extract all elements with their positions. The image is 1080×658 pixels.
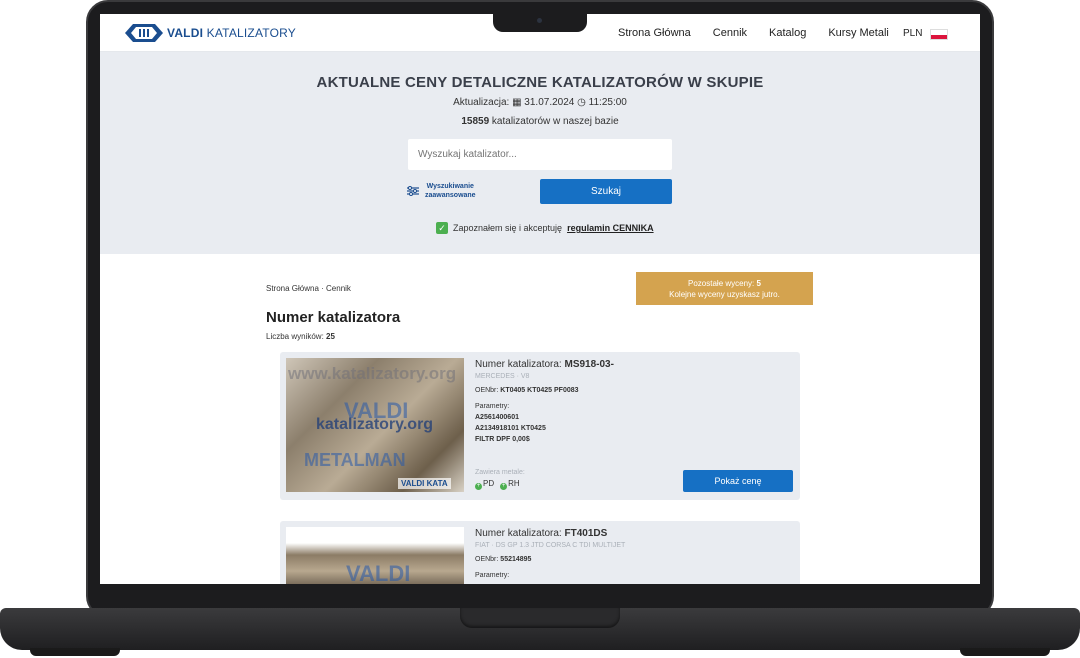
menu-home[interactable]: Strona Główna [618,27,691,39]
page-title: Numer katalizatora [266,309,401,326]
site-logo[interactable]: VALDI KATALIZATORY [125,21,296,45]
search-button[interactable]: Szukaj [540,179,672,204]
quota-label: Pozostałe wyceny: [688,279,755,288]
advanced-search-link[interactable]: Wyszukiwanie zaawansowane [407,182,476,200]
results-value: 25 [326,332,335,341]
count-suffix: katalizatorów w naszej bazie [491,116,619,127]
plus-icon: + [475,483,482,490]
metals-info: Zawiera metale: + PD + RH [475,469,525,490]
main-menu: Strona Główna Cennik Katalog Kursy Metal… [618,27,889,39]
laptop-foot-left [30,648,120,656]
watermark-url: www.katalizatory.org [288,364,457,383]
hero-title: AKTUALNE CENY DETALICZNE KATALIZATORÓW W… [316,74,764,91]
quota-note: Kolejne wyceny uzyskasz jutro. [669,290,780,299]
advanced-line2: zaawansowane [425,192,476,199]
catalyst-number-value: FT401DS [564,528,608,539]
watermark-metalman: METALMAN [304,450,406,470]
parameters-label: Parametry: [475,403,510,410]
logo-light: KATALIZATORY [206,26,296,40]
camera-icon [537,18,542,23]
catalyst-number: Numer katalizatora: MS918-03- [475,359,614,370]
product-card: www.katalizatory.org VALDI katalizatory.… [280,352,800,500]
search-input[interactable] [408,139,672,170]
laptop-frame: VALDI KATALIZATORY Strona Główna Cennik … [0,0,1080,658]
update-date: 31.07.2024 [524,97,575,108]
calendar-icon: ▦ [512,97,522,108]
metal-name: PD [483,479,495,488]
car-make: FIAT · DS GP 1.3 JTD CORSA C TDI MULTIJE… [475,542,626,549]
camera-notch [493,14,587,32]
browser-screen: VALDI KATALIZATORY Strona Główna Cennik … [100,14,980,584]
search-hero: AKTUALNE CENY DETALICZNE KATALIZATORÓW W… [100,52,980,254]
agree-text: Zapoznałem się i akceptuję [453,223,563,233]
catalog-count: 15859 katalizatorów w naszej bazie [100,116,980,127]
oem-label: OENbr: [475,556,499,563]
catalyst-number-label: Numer katalizatora: [475,359,562,370]
plus-icon: + [500,483,508,490]
oem-label: OENbr: [475,387,499,394]
laptop-groove [460,608,620,628]
oem-numbers: OENbr: 55214895 [475,556,531,563]
parameters: Parametry: A2561400601 A2134918101 KT042… [475,401,546,445]
watermark-logo: VALDI KATA [398,478,451,489]
product-image[interactable]: VALDI [286,527,464,584]
advanced-search-label: Wyszukiwanie zaawansowane [425,182,476,200]
update-label: Aktualizacja: [453,97,510,108]
count-value: 15859 [461,116,490,127]
terms-link[interactable]: regulamin CENNIKA [567,223,654,233]
product-card: VALDI Numer katalizatora: FT401DS FIAT ·… [280,521,800,584]
menu-metal-rates[interactable]: Kursy Metali [828,27,889,39]
parameters: Parametry: [475,570,509,581]
catalyst-number-value: MS918-03- [564,359,614,370]
menu-pricelist[interactable]: Cennik [713,27,747,39]
watermark-valdi: VALDI [346,561,411,584]
parameters-label: Parametry: [475,572,510,579]
logo-text: VALDI KATALIZATORY [167,26,296,40]
parameter-value: FILTR DPF 0,00$ [475,436,530,443]
terms-checkbox[interactable]: ✓ [436,222,448,234]
update-time: 11:25:00 [588,97,627,108]
laptop-foot-right [960,648,1050,656]
show-price-button[interactable]: Pokaż cenę [683,470,793,492]
quota-value: 5 [756,279,761,288]
parameter-value: A2561400601 [475,414,519,421]
quota-box: Pozostałe wyceny: 5 Kolejne wyceny uzysk… [636,272,813,305]
advanced-line1: Wyszukiwanie [426,183,474,190]
car-make: MERCEDES · V8 [475,373,530,380]
results-count: Liczba wyników: 25 [266,332,335,341]
clock-icon: ◷ [577,97,586,108]
oem-value: 55214895 [500,556,532,563]
metals-label: Zawiera metale: [475,469,525,476]
sliders-icon [407,186,419,196]
watermark-domain: katalizatory.org [316,416,434,433]
menu-catalog[interactable]: Katalog [769,27,806,39]
logo-icon [125,24,163,42]
metals-list: + PD + RH [475,479,525,490]
logo-bold: VALDI [167,26,204,40]
terms-agreement: ✓ Zapoznałem się i akceptuję regulamin C… [436,222,654,234]
oem-numbers: OENbr: KT0405 KT0425 PF0083 [475,387,579,394]
metal-badge: + RH [500,479,520,490]
results-label: Liczba wyników: [266,332,324,341]
currency-selector[interactable]: PLN [903,28,922,39]
parameter-value: A2134918101 KT0425 [475,425,546,432]
breadcrumb: Strona Główna · Cennik [266,284,351,293]
update-info: Aktualizacja: ▦ 31.07.2024 ◷ 11:25:00 [100,97,980,108]
catalyst-number: Numer katalizatora: FT401DS [475,528,607,539]
metal-name: RH [508,479,520,488]
metal-badge: + PD [475,479,494,490]
catalyst-number-label: Numer katalizatora: [475,528,562,539]
poland-flag-icon[interactable] [930,29,948,40]
product-image[interactable]: www.katalizatory.org VALDI katalizatory.… [286,358,464,492]
oem-value: KT0405 KT0425 PF0083 [500,387,579,394]
